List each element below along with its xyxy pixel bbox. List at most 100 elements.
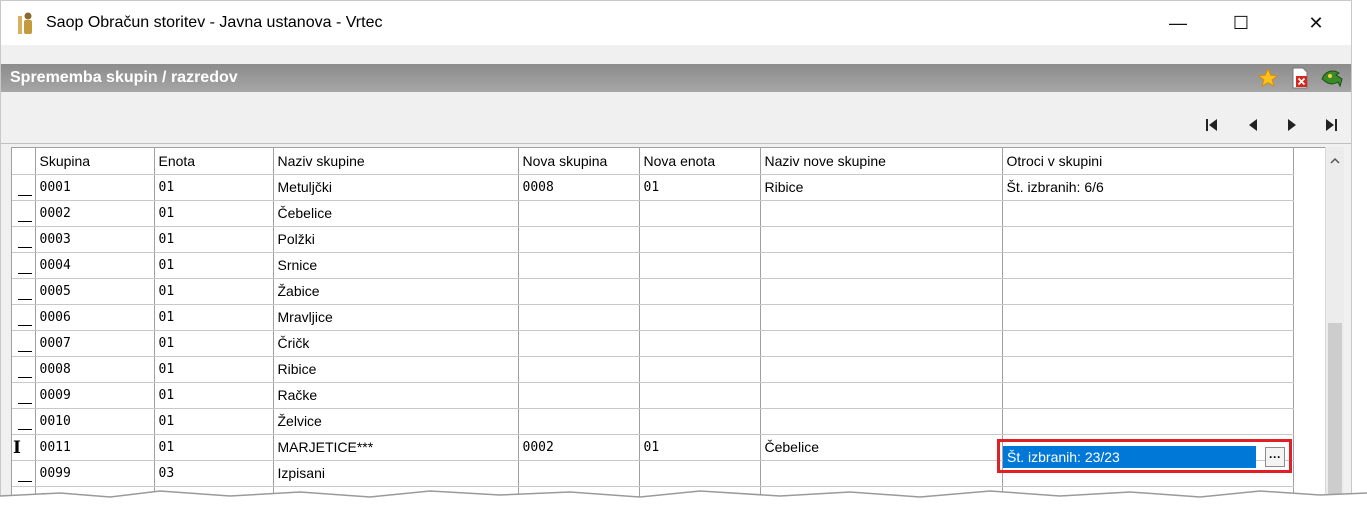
cell-skupina[interactable]: 0099 — [35, 460, 155, 487]
cell-naziv[interactable]: Metuljčki — [273, 174, 519, 201]
cell-skupina[interactable]: 0010 — [35, 408, 155, 435]
cell-naziv[interactable]: Račke — [273, 382, 519, 409]
cell-nova-enota[interactable] — [639, 460, 761, 487]
cell-naziv-nove[interactable] — [760, 304, 1003, 331]
cell-otroci[interactable] — [1002, 356, 1294, 383]
cell-otroci[interactable]: Št. izbranih: 6/6 — [1002, 174, 1294, 201]
table-row[interactable]: 0002 01 Čebelice — [12, 200, 1294, 227]
vertical-scrollbar[interactable] — [1325, 147, 1344, 504]
row-indicator[interactable]: I — [12, 434, 36, 461]
cell-naziv-nove[interactable]: Ribice — [760, 174, 1003, 201]
cell-nova-skupina[interactable] — [518, 356, 640, 383]
cell-nova-enota[interactable] — [639, 330, 761, 357]
cell-enota[interactable]: 01 — [154, 434, 274, 461]
table-row[interactable]: 0007 01 Čričk — [12, 330, 1294, 357]
exit-icon[interactable] — [1319, 65, 1345, 91]
cell-skupina[interactable]: 0009 — [35, 382, 155, 409]
maximize-button[interactable]: ☐ — [1211, 1, 1271, 45]
cell-skupina[interactable]: 0001 — [35, 174, 155, 201]
table-row[interactable]: 0006 01 Mravljice — [12, 304, 1294, 331]
star-icon[interactable] — [1255, 65, 1281, 91]
cell-naziv-nove[interactable] — [760, 408, 1003, 435]
column-header-skupina[interactable]: Skupina — [35, 148, 155, 175]
cell-naziv-nove[interactable] — [760, 356, 1003, 383]
cell-naziv[interactable]: Želvice — [273, 408, 519, 435]
row-indicator[interactable] — [12, 252, 36, 279]
cell-otroci[interactable] — [1002, 278, 1294, 305]
cell-naziv[interactable]: Srnice — [273, 252, 519, 279]
cell-nova-enota[interactable] — [639, 304, 761, 331]
cell-enota[interactable]: 01 — [154, 278, 274, 305]
cell-enota[interactable]: 01 — [154, 408, 274, 435]
table-row[interactable]: 0003 01 Polžki — [12, 226, 1294, 253]
cell-otroci[interactable] — [1002, 200, 1294, 227]
cell-nova-skupina[interactable] — [518, 304, 640, 331]
cell-skupina[interactable]: 0003 — [35, 226, 155, 253]
cell-nova-skupina[interactable]: 0008 — [518, 174, 640, 201]
cell-skupina[interactable]: 0002 — [35, 200, 155, 227]
column-header-nova-skupina[interactable]: Nova skupina — [518, 148, 640, 175]
cell-enota[interactable]: 01 — [154, 174, 274, 201]
cell-nova-skupina[interactable]: 0002 — [518, 434, 640, 461]
cell-naziv[interactable]: Izpisani — [273, 460, 519, 487]
cell-enota[interactable]: 01 — [154, 356, 274, 383]
cell-nova-enota[interactable] — [639, 356, 761, 383]
cell-skupina[interactable]: 0004 — [35, 252, 155, 279]
cell-otroci[interactable] — [1002, 408, 1294, 435]
table-row[interactable]: 0010 01 Želvice — [12, 408, 1294, 435]
last-record-icon[interactable] — [1316, 113, 1346, 137]
row-indicator[interactable] — [12, 382, 36, 409]
table-row[interactable]: 0009 01 Račke — [12, 382, 1294, 409]
cell-naziv[interactable]: Žabice — [273, 278, 519, 305]
cell-enota[interactable]: 01 — [154, 200, 274, 227]
cell-enota[interactable]: 03 — [154, 460, 274, 487]
cell-enota[interactable]: 01 — [154, 304, 274, 331]
cell-naziv-nove[interactable] — [760, 252, 1003, 279]
cell-skupina[interactable]: 0008 — [35, 356, 155, 383]
cell-naziv[interactable]: Polžki — [273, 226, 519, 253]
minimize-button[interactable]: — — [1148, 1, 1208, 45]
cell-naziv[interactable]: Mravljice — [273, 304, 519, 331]
cell-naziv-nove[interactable]: Čebelice — [760, 434, 1003, 461]
cell-nova-enota[interactable]: 01 — [639, 174, 761, 201]
column-header-enota[interactable]: Enota — [154, 148, 274, 175]
column-header-naziv-skupine[interactable]: Naziv skupine — [273, 148, 519, 175]
cell-nova-enota[interactable] — [639, 278, 761, 305]
cell-naziv-nove[interactable] — [760, 226, 1003, 253]
cell-naziv-nove[interactable] — [760, 200, 1003, 227]
cell-enota[interactable]: 01 — [154, 330, 274, 357]
next-record-icon[interactable] — [1277, 113, 1307, 137]
row-indicator[interactable] — [12, 460, 36, 487]
cell-skupina[interactable]: 0005 — [35, 278, 155, 305]
cell-naziv[interactable]: MARJETICE*** — [273, 434, 519, 461]
table-row[interactable]: 0001 01 Metuljčki 0008 01 Ribice Št. izbranih:… — [12, 174, 1294, 201]
cell-nova-skupina[interactable] — [518, 200, 640, 227]
cell-otroci[interactable] — [1002, 382, 1294, 409]
cell-otroci[interactable] — [1002, 252, 1294, 279]
cell-nova-skupina[interactable] — [518, 408, 640, 435]
row-indicator[interactable] — [12, 200, 36, 227]
column-header-otroci-v-skupini[interactable]: Otroci v skupini — [1002, 148, 1294, 175]
row-indicator[interactable] — [12, 408, 36, 435]
cell-otroci[interactable] — [1002, 226, 1294, 253]
cell-naziv-nove[interactable] — [760, 330, 1003, 357]
previous-record-icon[interactable] — [1238, 113, 1268, 137]
cell-otroci[interactable] — [1002, 330, 1294, 357]
cell-naziv[interactable]: Čebelice — [273, 200, 519, 227]
cell-naziv-nove[interactable] — [760, 278, 1003, 305]
cell-nova-enota[interactable] — [639, 382, 761, 409]
row-indicator[interactable] — [12, 356, 36, 383]
cell-skupina[interactable]: 0006 — [35, 304, 155, 331]
cell-nova-enota[interactable] — [639, 408, 761, 435]
row-indicator[interactable] — [12, 226, 36, 253]
column-header-nova-enota[interactable]: Nova enota — [639, 148, 761, 175]
cell-naziv[interactable]: Čričk — [273, 330, 519, 357]
first-record-icon[interactable] — [1197, 113, 1227, 137]
scrollbar-thumb[interactable] — [1328, 323, 1342, 504]
cell-enota[interactable]: 01 — [154, 226, 274, 253]
row-indicator[interactable] — [12, 174, 36, 201]
cell-nova-skupina[interactable] — [518, 382, 640, 409]
table-row[interactable]: 0004 01 Srnice — [12, 252, 1294, 279]
cell-skupina[interactable]: 0007 — [35, 330, 155, 357]
cell-nova-enota[interactable] — [639, 252, 761, 279]
